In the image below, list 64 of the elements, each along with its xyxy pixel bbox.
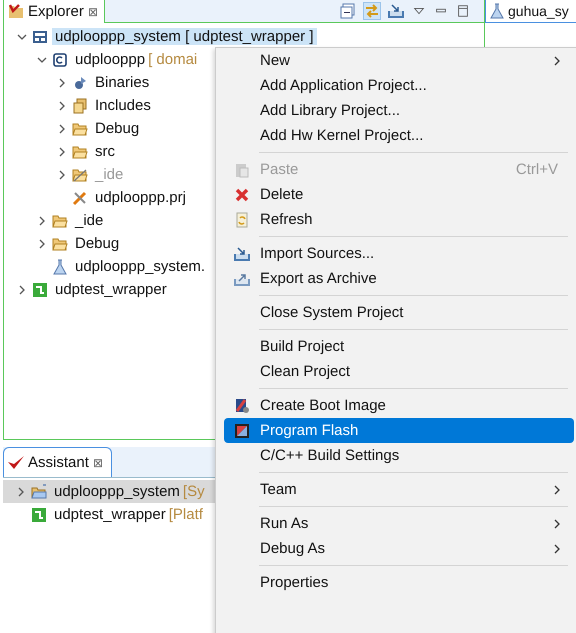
menu-item[interactable]: New	[224, 48, 574, 73]
close-icon[interactable]: ⊠	[92, 456, 103, 470]
menu-item[interactable]: Debug As	[224, 536, 574, 561]
import-icon	[234, 246, 250, 262]
tree-item[interactable]: udplooppp_system.	[72, 258, 208, 275]
folder-icon	[72, 144, 88, 160]
tree-item-decoration: [ domai	[148, 51, 198, 68]
tree-item-label: udplooppp_system	[53, 483, 181, 500]
menu-item[interactable]: Create Boot Image	[224, 393, 574, 418]
chevron-icon[interactable]	[16, 486, 26, 496]
menu-item[interactable]: Build Project	[224, 334, 574, 359]
chevron-icon[interactable]	[37, 54, 47, 64]
menu-item[interactable]: Clean Project	[224, 359, 574, 384]
checkmark-icon	[8, 454, 24, 470]
tree-item[interactable]: Debug	[72, 235, 122, 252]
chevron-icon[interactable]	[37, 216, 47, 226]
assistant-tab[interactable]: Assistant ⊠	[3, 447, 112, 477]
tree-item[interactable]: Binaries	[92, 74, 152, 91]
menu-item[interactable]: Import Sources...	[224, 241, 574, 266]
folder-icon	[72, 120, 88, 136]
folder-icon	[52, 212, 68, 228]
menu-item[interactable]: Refresh	[224, 207, 574, 232]
menu-item[interactable]: Program Flash	[224, 418, 574, 443]
chevron-icon[interactable]	[37, 238, 47, 248]
tree-item[interactable]: udplooppp_system [ udptest_wrapper ]	[52, 28, 316, 45]
tree-item[interactable]: _ide	[72, 212, 106, 229]
menu-item[interactable]: Close System Project	[224, 300, 574, 325]
delete-icon	[234, 186, 250, 202]
refresh-icon	[234, 212, 250, 228]
tree-item-label: udptest_wrapper	[53, 506, 167, 523]
tray-icon[interactable]	[388, 3, 404, 19]
tree-item[interactable]: udplooppp.prj	[92, 189, 189, 206]
collapse-all-icon[interactable]	[340, 3, 356, 19]
menu-item[interactable]: Add Application Project...	[224, 73, 574, 98]
includes-icon	[72, 98, 88, 114]
menu-item[interactable]: C/C++ Build Settings	[224, 443, 574, 468]
editor-tab[interactable]: guhua_sy	[485, 0, 576, 23]
tree-item[interactable]: Includes	[92, 97, 154, 114]
tree-item[interactable]: Debug	[92, 120, 142, 137]
explorer-tab[interactable]: Explorer ⊠	[4, 0, 105, 23]
chevron-icon[interactable]	[57, 124, 67, 134]
clipboard-icon	[234, 162, 250, 178]
menu-item[interactable]: Delete	[224, 182, 574, 207]
folder-icon	[52, 236, 68, 252]
chevron-icon[interactable]	[17, 32, 27, 42]
tree-item-decoration: [Sy	[182, 483, 205, 500]
tree-item[interactable]: src	[92, 143, 118, 160]
tree-item[interactable]: udptest_wrapper	[52, 281, 170, 298]
chevron-icon[interactable]	[57, 146, 67, 156]
folder-icon	[31, 484, 47, 500]
menu-item[interactable]: Add Hw Kernel Project...	[224, 123, 574, 148]
chevron-icon[interactable]	[57, 100, 67, 110]
menu-item[interactable]: Export as Archive	[224, 266, 574, 291]
close-icon[interactable]: ⊠	[88, 4, 98, 18]
chevron-icon[interactable]	[57, 78, 67, 88]
flask-icon	[489, 3, 505, 19]
menu-item[interactable]: Add Library Project...	[224, 98, 574, 123]
chevron-icon[interactable]	[17, 284, 27, 294]
tree-item-decoration: [Platf	[168, 506, 203, 523]
folder-icon	[8, 4, 24, 20]
menu-item[interactable]: Properties	[224, 570, 574, 595]
tree-item[interactable]: udplooppp	[72, 51, 148, 68]
maximize-icon[interactable]	[456, 4, 470, 18]
menu-item[interactable]: Run As	[224, 511, 574, 536]
